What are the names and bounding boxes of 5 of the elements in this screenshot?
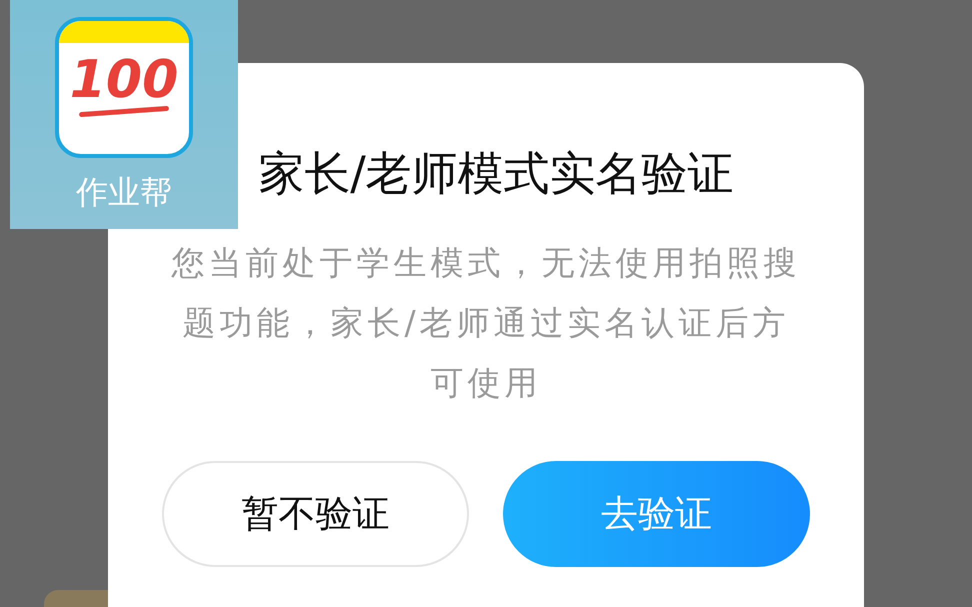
logo-text: 100 [70,51,178,109]
dialog-title: 家长/老师模式实名验证 [257,145,734,201]
dialog-message: 您当前处于学生模式，无法使用拍照搜题功能，家长/老师通过实名认证后方可使用 [170,242,802,404]
app-name: 作业帮 [76,172,172,212]
skip-button[interactable]: 暂不验证 [162,461,469,567]
